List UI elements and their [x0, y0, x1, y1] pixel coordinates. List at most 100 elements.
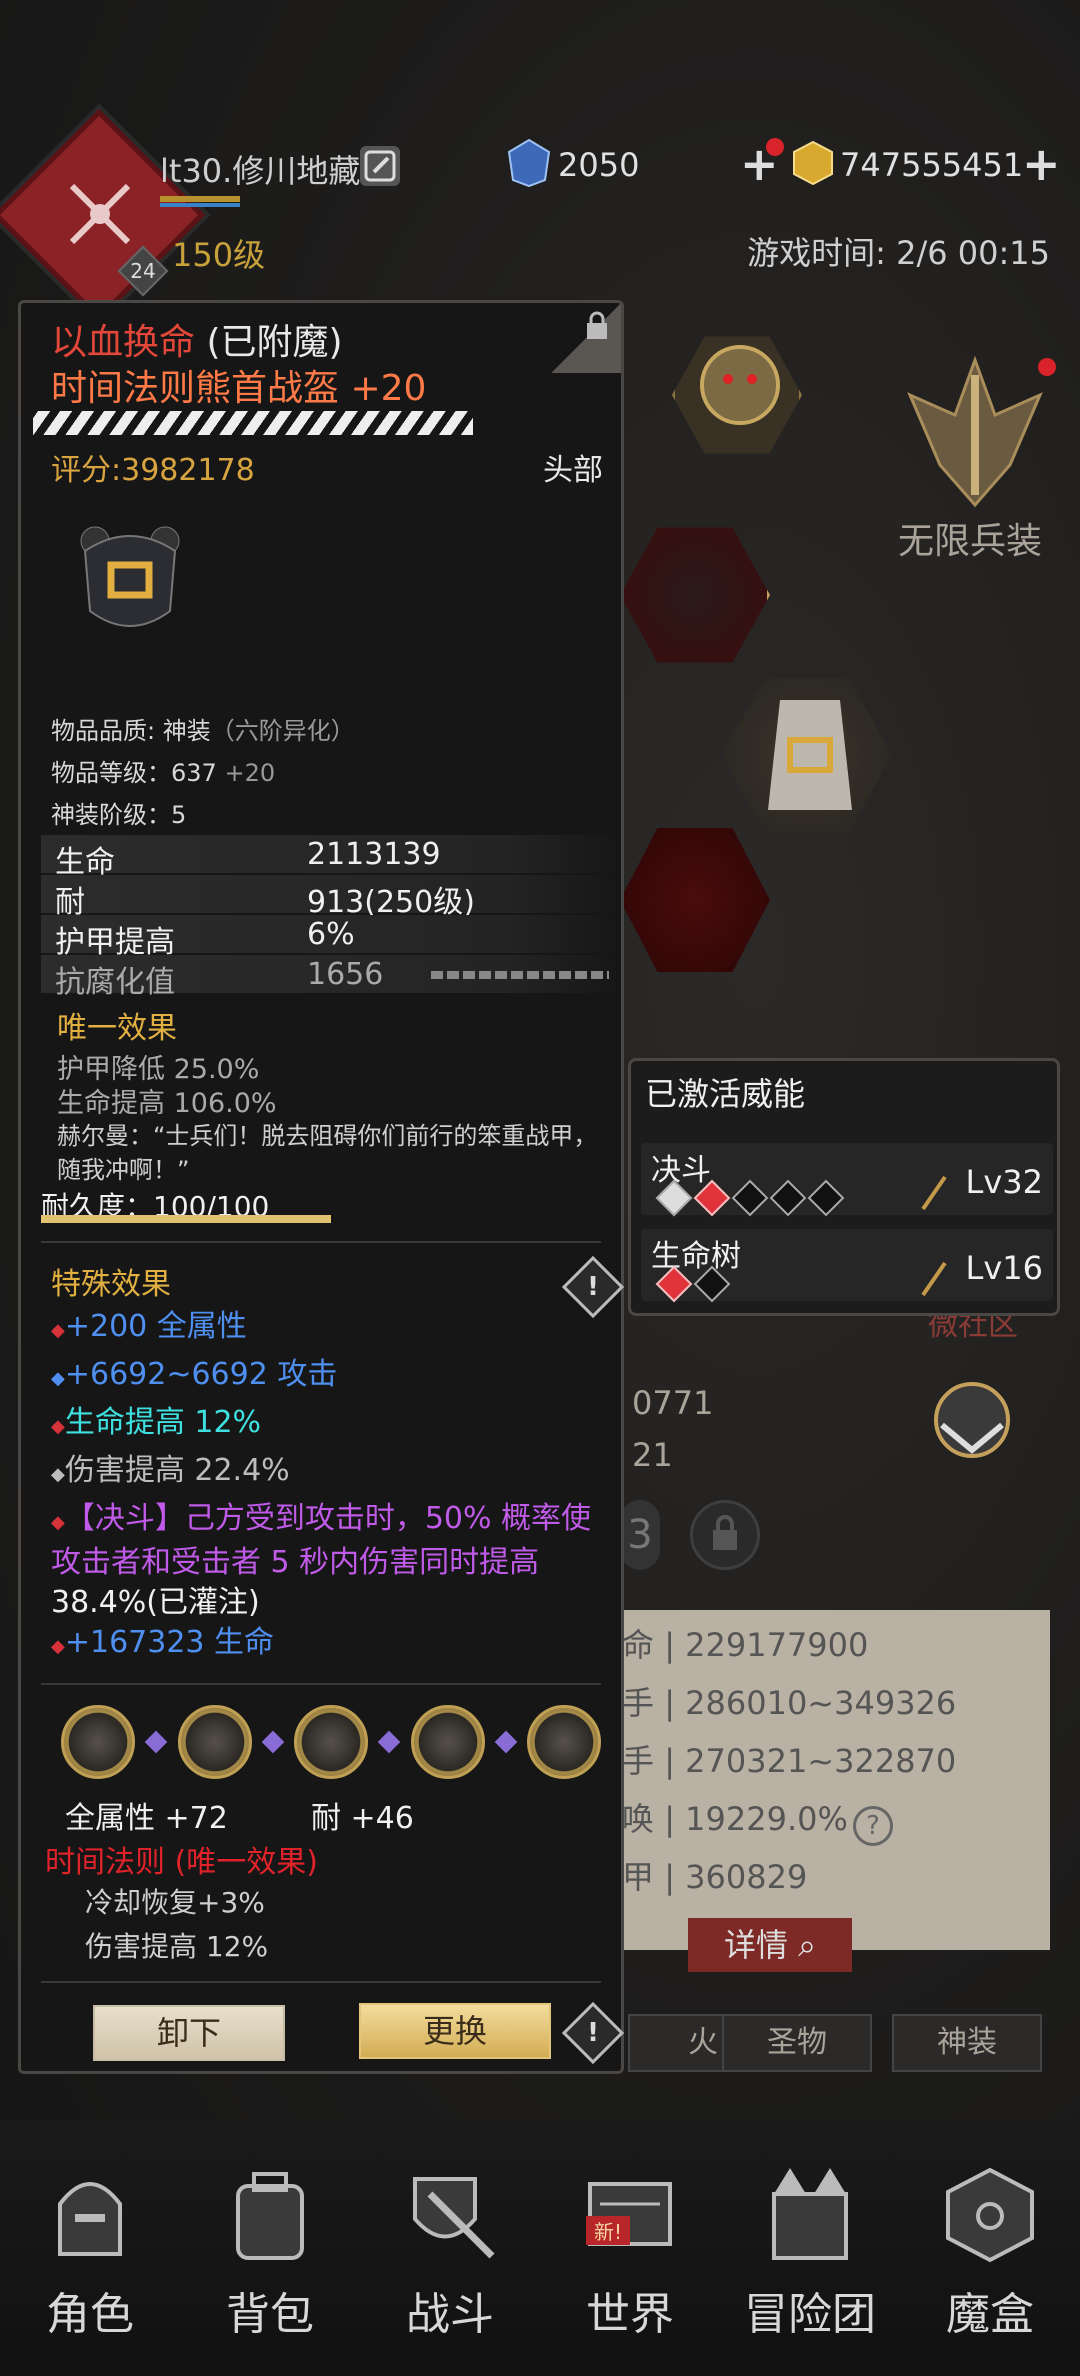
diamond-empty-icon — [693, 1265, 731, 1303]
socket-gem[interactable] — [527, 1705, 601, 1779]
partial-slot-3: 3 — [620, 1500, 660, 1570]
special-title: 特殊效果 — [51, 1267, 171, 1302]
stats-list: 命 | 229177900 手 | 286010~349326 手 | 2703… — [622, 1620, 1042, 1910]
weineng-title: 已激活威能 — [645, 1075, 806, 1113]
divider — [41, 1241, 601, 1243]
nav-adventure-team[interactable]: 冒险团 — [720, 2164, 900, 2342]
nav-backpack[interactable]: 背包 — [180, 2164, 360, 2342]
weineng-level: Lv32 — [965, 1163, 1043, 1201]
divider — [41, 1683, 601, 1685]
weineng-name: 生命树 — [651, 1239, 741, 1274]
winged-emblem-icon[interactable] — [922, 1370, 1022, 1470]
stat-row-off-hand: 手 | 270321~322870 — [622, 1742, 957, 1780]
nav-character[interactable]: 角色 — [0, 2164, 180, 2342]
tab-relic[interactable]: 圣物 — [722, 2014, 872, 2072]
gem-link-icon — [261, 1730, 285, 1754]
socket-stat: 耐 +46 — [311, 1801, 414, 1836]
help-icon[interactable]: ? — [852, 1805, 893, 1846]
cube-icon — [940, 2164, 1040, 2264]
sword-icon — [919, 1259, 949, 1299]
duel-effect: ◆【决斗】己方受到攻击时，50% 概率使攻击者和受击者 5 秒内伤害同时提高 3… — [51, 1501, 592, 1620]
item-name: 时间法则熊首战盔 +20 — [51, 368, 427, 409]
gem-link-icon — [377, 1730, 401, 1754]
nav-magic-box[interactable]: 魔盒 — [900, 2164, 1080, 2342]
weineng-row-lifetree[interactable]: 生命树 Lv16 — [641, 1229, 1053, 1303]
magnifier-icon: ⌕ — [798, 1926, 817, 1964]
infinite-arms-emblem-icon[interactable] — [900, 355, 1050, 515]
nav-world[interactable]: 新! 世界 — [540, 2164, 720, 2342]
nav-battle[interactable]: 战斗 — [360, 2164, 540, 2342]
effect-bullet-icon: ◆ — [51, 1368, 65, 1389]
weineng-panel: 已激活威能 决斗 Lv32 生命树 Lv16 — [628, 1058, 1060, 1316]
weineng-diamonds — [655, 1265, 731, 1303]
durability-bar — [41, 1215, 331, 1223]
partial-stat-1: 0771 — [632, 1384, 714, 1422]
info-warning-icon[interactable]: ! — [561, 2001, 625, 2065]
equip-slot-glove[interactable] — [620, 828, 770, 972]
item-score: 评分:3982178 — [51, 453, 255, 488]
knight-helmet-icon — [40, 2164, 140, 2264]
gem-link-icon — [494, 1730, 518, 1754]
socket-stat: 全属性 +72 — [65, 1801, 228, 1836]
item-prefix: 以血换命 (已附魔) — [51, 322, 343, 363]
notification-dot — [766, 138, 784, 156]
stat-row: 生命 2113139 — [41, 835, 621, 880]
special-effect-line: ◆生命提高 12% — [51, 1405, 262, 1440]
lion-head-icon — [690, 335, 790, 435]
diamond-empty-icon — [807, 1179, 845, 1217]
scroll-map-icon — [580, 2164, 680, 2264]
stat-row: 护甲提高 6% — [41, 915, 621, 960]
replace-button[interactable]: 更换 — [359, 2003, 551, 2059]
effect-bullet-icon: ◆ — [51, 1320, 65, 1341]
add-gold-button[interactable]: + — [1022, 141, 1061, 187]
equip-slot-weapon[interactable] — [620, 527, 770, 663]
weineng-level: Lv16 — [965, 1249, 1043, 1287]
item-level: 物品等级：637 +20 — [51, 759, 276, 787]
stat-row-armor: 甲 | 360829 — [622, 1858, 808, 1896]
partial-stat-2: 21 — [632, 1436, 673, 1474]
mp-bar — [160, 203, 240, 207]
player-level: 150级 — [172, 236, 266, 274]
socket-gem[interactable] — [294, 1705, 368, 1779]
xp-bar — [160, 196, 240, 202]
stat-row: 抗腐化值 1656 — [41, 955, 621, 1000]
shield-sword-icon — [400, 2164, 500, 2264]
special-effect-line: ◆伤害提高 22.4% — [51, 1453, 290, 1488]
lock-icon — [585, 311, 609, 341]
infinite-arms-label: 无限兵装 — [898, 521, 1043, 562]
crossed-axes-icon — [58, 172, 142, 256]
currency-blue-value: 2050 — [558, 146, 640, 184]
unique-title: 唯一效果 — [57, 1011, 177, 1046]
red-bullet-icon: ◆ — [51, 1636, 65, 1657]
edit-name-icon[interactable] — [360, 146, 400, 186]
socket-gem[interactable] — [410, 1705, 485, 1779]
set-title: 时间法则 (唯一效果) — [45, 1845, 318, 1880]
weineng-diamonds — [655, 1179, 845, 1217]
sword-icon — [919, 1173, 949, 1213]
app-root: 24 lt30.修川地藏 150级 2050 + 747555451 + 游戏时… — [0, 0, 1080, 2376]
gem-link-icon — [144, 1730, 168, 1754]
castle-icon — [760, 2164, 860, 2264]
corruption-bar — [431, 971, 609, 979]
tab-divine[interactable]: 神装 — [892, 2014, 1042, 2072]
stat-row: 耐 913(250级) — [41, 875, 621, 920]
unequip-button[interactable]: 卸下 — [93, 2005, 285, 2061]
item-quote: 赫尔曼：“士兵们！脱去阻碍你们前行的笨重战甲，随我冲啊！” — [57, 1122, 598, 1184]
set-line: 冷却恢复+3% — [85, 1886, 265, 1919]
currency-gold-value: 747555451 — [840, 146, 1024, 184]
item-slot: 头部 — [543, 453, 603, 488]
weineng-row-duel[interactable]: 决斗 Lv32 — [641, 1143, 1053, 1217]
lock-icon — [710, 1514, 740, 1554]
blue-gem-icon — [505, 138, 553, 188]
bottom-nav: 角色 背包 战斗 新! 世界 冒险团 魔盒 — [0, 2120, 1080, 2376]
new-badge: 新! — [586, 2216, 631, 2245]
socket-row — [61, 1705, 601, 1779]
stat-row-main-hand: 手 | 286010~349326 — [622, 1684, 957, 1722]
socket-gem[interactable] — [61, 1705, 135, 1779]
effect-bullet-icon: ◆ — [51, 1416, 65, 1437]
detail-button[interactable]: 详情 ⌕ — [688, 1918, 852, 1972]
player-name: lt30.修川地藏 — [160, 152, 361, 190]
special-effect-line: ◆+6692~6692 攻击 — [51, 1357, 338, 1392]
item-tooltip: 以血换命 (已附魔) 时间法则熊首战盔 +20 评分:3982178 头部 物品… — [18, 300, 625, 2074]
socket-gem[interactable] — [177, 1705, 252, 1779]
